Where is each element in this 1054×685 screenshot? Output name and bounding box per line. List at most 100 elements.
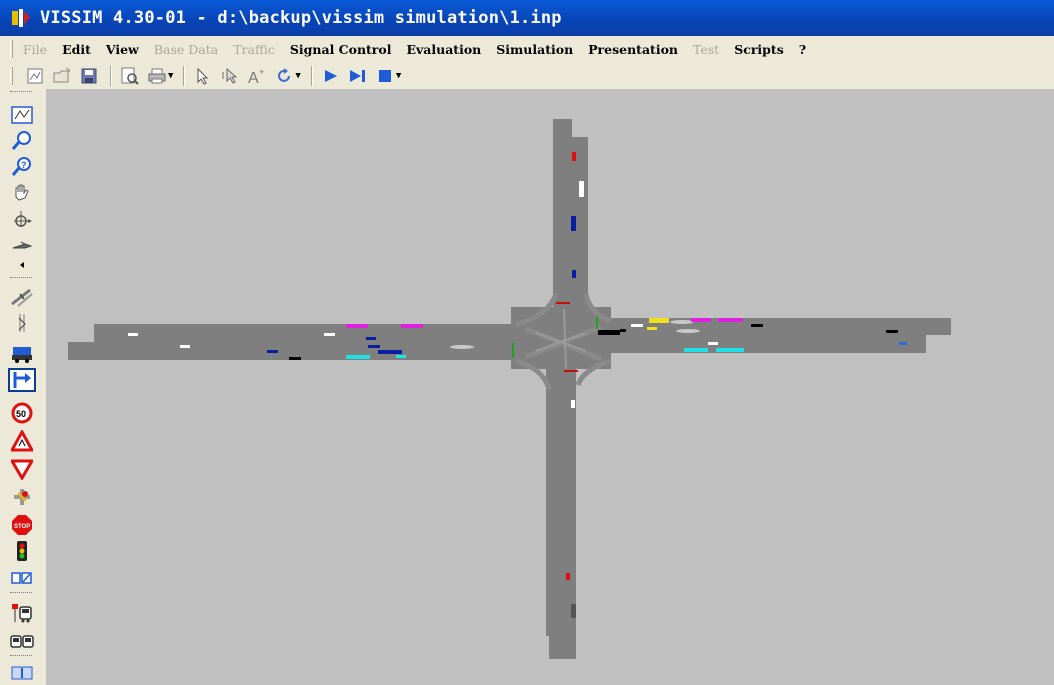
network-canvas[interactable] xyxy=(46,89,1054,685)
vehicle[interactable] xyxy=(571,400,575,408)
vehicle[interactable] xyxy=(450,345,474,349)
vehicle[interactable] xyxy=(631,324,643,327)
vehicle[interactable] xyxy=(346,324,368,328)
priority-rules-icon[interactable] xyxy=(8,457,36,481)
signal-head-south[interactable] xyxy=(564,370,578,372)
menu-scripts[interactable]: Scripts xyxy=(734,42,784,57)
vehicle[interactable] xyxy=(366,337,376,340)
left-toolbar-grip[interactable] xyxy=(10,277,32,280)
vissim-app-icon[interactable] xyxy=(10,7,32,29)
menu-traffic[interactable]: Traffic xyxy=(233,42,275,57)
toolbar-grip[interactable] xyxy=(10,66,13,85)
run-continuous-icon[interactable] xyxy=(319,65,343,87)
vehicle[interactable] xyxy=(647,327,657,330)
select-icon[interactable] xyxy=(191,65,215,87)
stop-icon[interactable] xyxy=(373,65,397,87)
single-step-icon[interactable] xyxy=(346,65,370,87)
zoom-in-icon[interactable] xyxy=(8,129,36,153)
new-network-icon[interactable] xyxy=(23,65,47,87)
conflict-areas-icon[interactable] xyxy=(8,485,36,509)
signal-head-east[interactable] xyxy=(596,317,598,329)
vehicle[interactable] xyxy=(691,318,711,322)
vehicle[interactable] xyxy=(572,152,576,161)
vehicle[interactable] xyxy=(708,342,718,345)
vehicle[interactable] xyxy=(571,604,576,618)
vehicle[interactable] xyxy=(289,357,301,360)
show-network-icon[interactable] xyxy=(8,103,36,127)
reduced-speed-icon[interactable] xyxy=(8,429,36,453)
detectors-icon[interactable] xyxy=(8,566,36,590)
print-preview-icon[interactable] xyxy=(118,65,142,87)
rotate-icon[interactable] xyxy=(272,65,296,87)
road-network[interactable] xyxy=(46,89,1054,685)
nodes-icon[interactable] xyxy=(8,661,36,685)
vehicle[interactable] xyxy=(579,181,584,197)
menu-simulation[interactable]: Simulation xyxy=(496,42,573,57)
left-toolbar-grip[interactable] xyxy=(10,592,32,595)
menu-edit[interactable]: Edit xyxy=(62,42,91,57)
menu-grip[interactable] xyxy=(10,40,13,58)
transit-lines-icon[interactable] xyxy=(8,629,36,653)
print-icon[interactable] xyxy=(145,65,169,87)
vehicle[interactable] xyxy=(267,350,278,353)
routing-decisions-icon[interactable] xyxy=(8,368,36,392)
signal-heads-icon[interactable] xyxy=(8,539,36,563)
speed-limit-icon[interactable]: 50 xyxy=(8,401,36,425)
vehicle[interactable] xyxy=(324,333,335,336)
save-icon[interactable] xyxy=(77,65,101,87)
pan-hand-icon[interactable] xyxy=(8,181,36,205)
intersection-core[interactable] xyxy=(511,307,611,369)
road-link-east-out[interactable] xyxy=(606,333,926,353)
stop-signs-icon[interactable]: STOP xyxy=(8,513,36,537)
zoom-out-icon[interactable]: ? xyxy=(8,155,36,179)
print-dropdown-icon[interactable]: ▼ xyxy=(168,71,173,81)
menu-help[interactable]: ? xyxy=(799,42,806,57)
vehicle[interactable] xyxy=(676,329,700,333)
vehicles[interactable] xyxy=(128,152,907,618)
menu-file[interactable]: File xyxy=(23,42,47,57)
vehicle[interactable] xyxy=(368,345,380,348)
multiselect-icon[interactable] xyxy=(218,65,242,87)
arrow-left-icon[interactable] xyxy=(8,253,36,277)
open-icon[interactable] xyxy=(50,65,74,87)
left-toolbar-grip[interactable] xyxy=(10,655,32,658)
rotate-dropdown-icon[interactable]: ▼ xyxy=(295,71,300,81)
vehicle[interactable] xyxy=(886,330,898,333)
road-link-south-lanes[interactable] xyxy=(549,509,575,659)
left-toolbar-grip[interactable] xyxy=(10,91,32,94)
vehicle[interactable] xyxy=(899,342,907,345)
routes-icon[interactable] xyxy=(8,311,36,335)
vehicle[interactable] xyxy=(396,355,406,358)
vehicle[interactable] xyxy=(346,355,370,359)
vehicle[interactable] xyxy=(684,348,708,352)
vehicle[interactable] xyxy=(718,318,743,322)
transit-stops-icon[interactable] xyxy=(8,601,36,625)
rotate-view-icon[interactable] xyxy=(8,207,36,231)
vehicle[interactable] xyxy=(401,324,423,328)
menu-test[interactable]: Test xyxy=(693,42,719,57)
vehicle[interactable] xyxy=(566,573,570,580)
vehicle[interactable] xyxy=(571,216,576,231)
vehicle[interactable] xyxy=(620,329,626,332)
vehicle[interactable] xyxy=(572,270,576,278)
menu-view[interactable]: View xyxy=(106,42,139,57)
signal-head-north[interactable] xyxy=(556,302,570,304)
signal-head-west[interactable] xyxy=(512,343,514,358)
menu-base-data[interactable]: Base Data xyxy=(154,42,218,57)
links-connectors-icon[interactable] xyxy=(8,285,36,309)
vehicle[interactable] xyxy=(598,330,620,335)
menu-evaluation[interactable]: Evaluation xyxy=(406,42,481,57)
vehicle[interactable] xyxy=(716,348,744,352)
vehicle[interactable] xyxy=(128,333,138,336)
vehicle[interactable] xyxy=(378,350,402,354)
vehicle[interactable] xyxy=(649,318,669,323)
menu-presentation[interactable]: Presentation xyxy=(588,42,678,57)
road-link-west-lanes[interactable] xyxy=(94,334,569,348)
run-dropdown-icon[interactable]: ▼ xyxy=(396,71,401,81)
vehicle[interactable] xyxy=(670,320,694,324)
vehicle[interactable] xyxy=(180,345,190,348)
menu-signal-control[interactable]: Signal Control xyxy=(290,42,392,57)
font-size-icon[interactable]: A + xyxy=(245,65,269,87)
vehicle[interactable] xyxy=(751,324,763,327)
vehicle-inputs-icon[interactable] xyxy=(8,342,36,366)
